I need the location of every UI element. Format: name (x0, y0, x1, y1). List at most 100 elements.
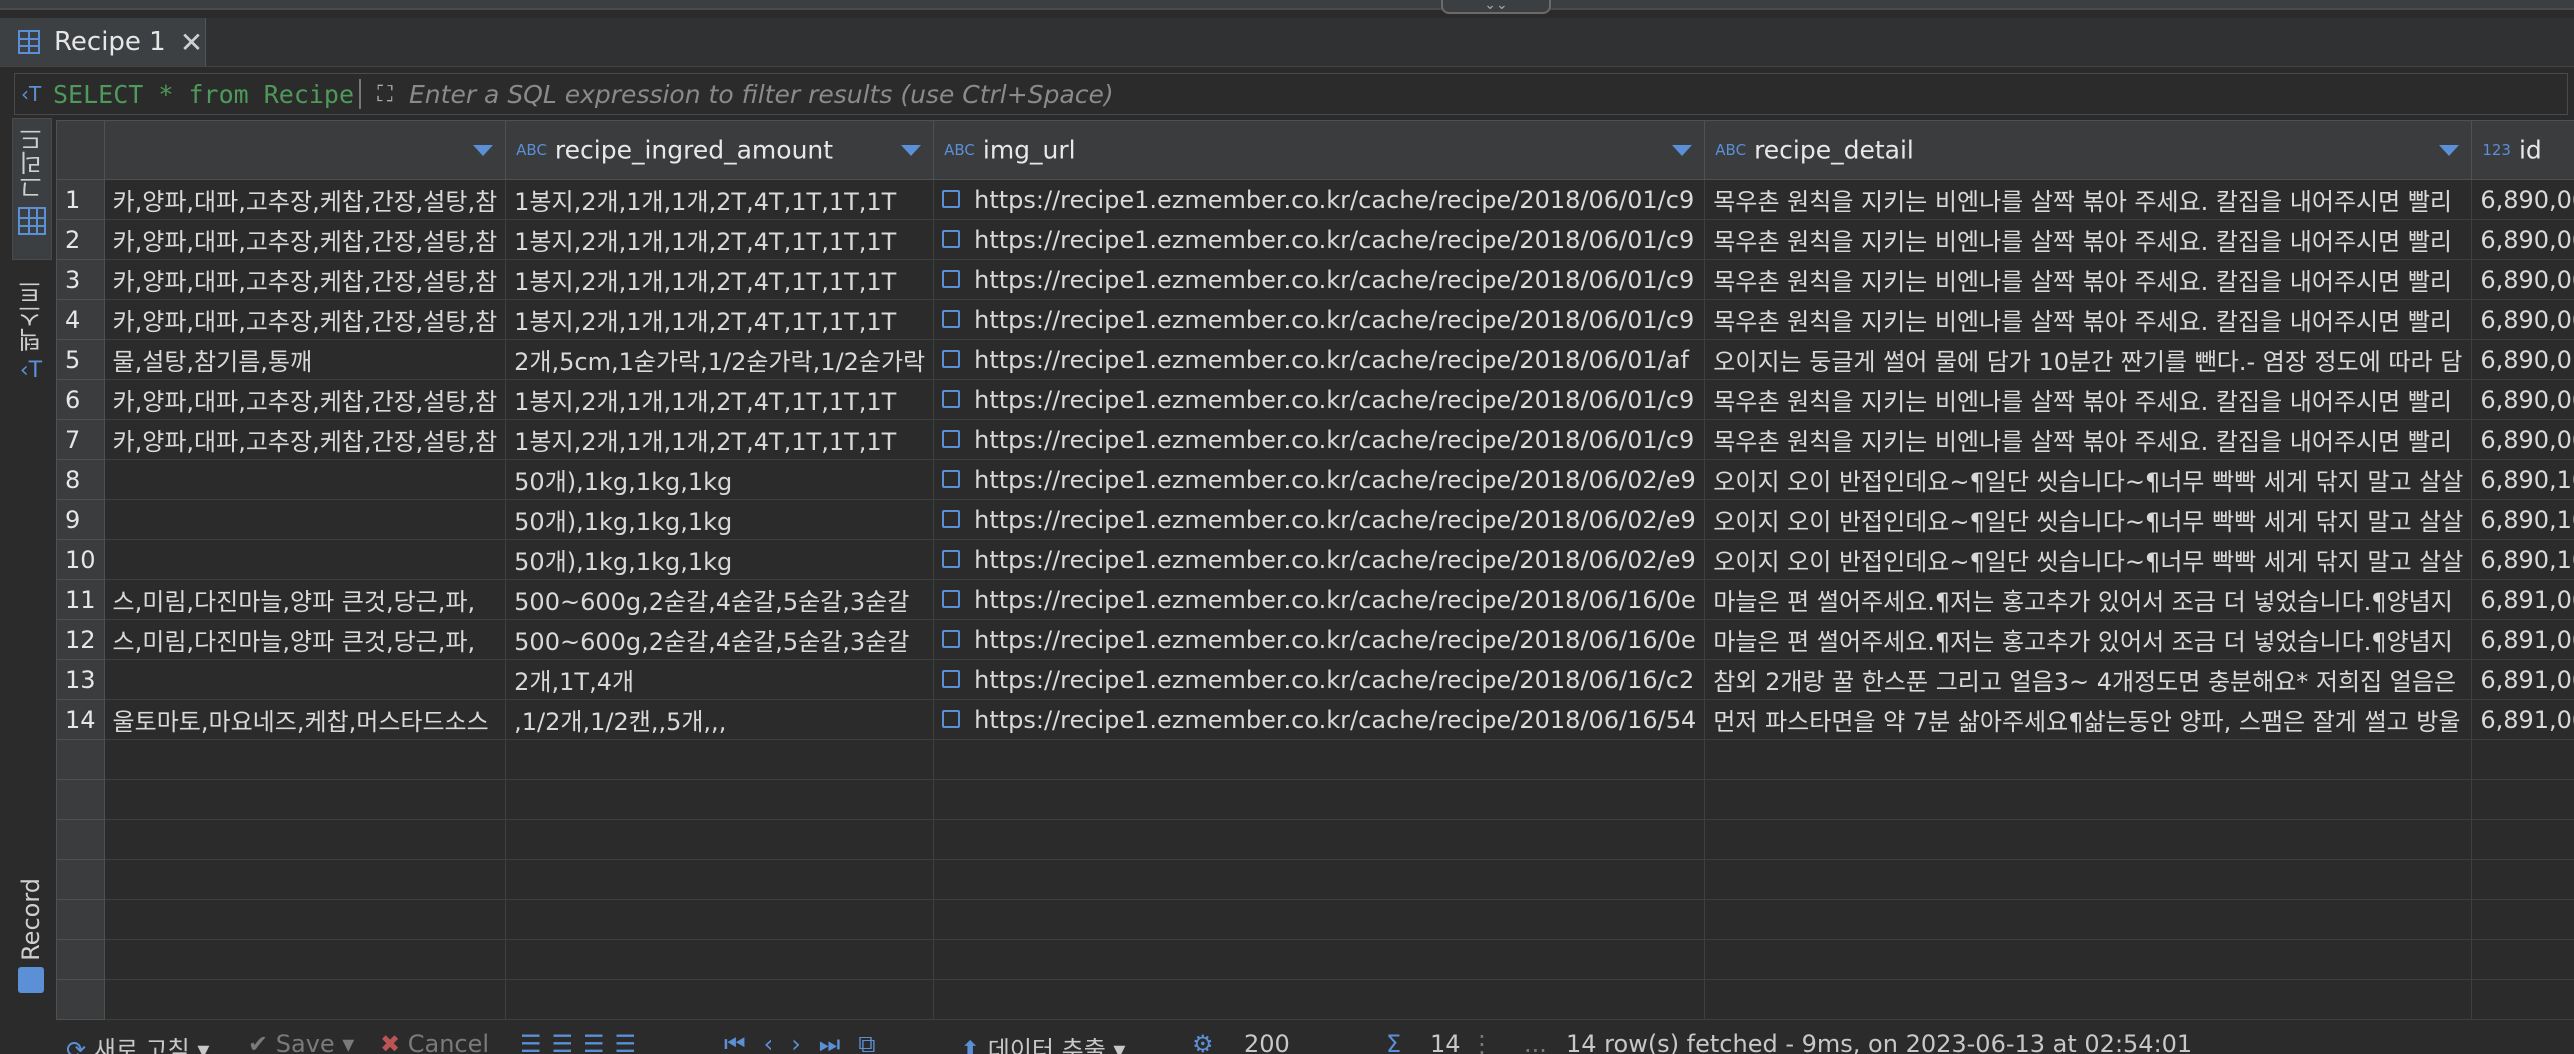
cancel-button[interactable]: ✖ Cancel (380, 1030, 489, 1054)
column-header-recipe-ingred[interactable] (103, 120, 507, 180)
table-row[interactable]: 4 카,양파,대파,고추장,케찹,간장,설탕,참 1봉지,2개,1개,1개,2T,4… (56, 299, 2574, 340)
cell-recipe-ingred[interactable]: 카,양파,대파,고추장,케찹,간장,설탕,참 (103, 259, 507, 300)
cell-recipe-ingred[interactable]: 카,양파,대파,고추장,케찹,간장,설탕,참 (103, 179, 507, 220)
column-header-recipe-detail[interactable]: ABC recipe_detail (1704, 120, 2473, 180)
cell-id[interactable]: 6,891,001 (2471, 619, 2574, 660)
cell-recipe-detail[interactable]: 오이지는 둥글게 썰어 물에 담가 10분간 짠기를 뺀다.- 염장 정도에 따… (1704, 339, 2473, 380)
cell-recipe-ingred-amount[interactable]: 2개,5cm,1숟가락,1/2숟가락,1/2숟가락 (505, 339, 935, 380)
collapse-panel-button[interactable]: ⌄⌄ (1441, 0, 1551, 14)
fetch-settings-icon[interactable]: ⚙ (1192, 1030, 1214, 1054)
cell-recipe-ingred-amount[interactable]: 1봉지,2개,1개,1개,2T,4T,1T,1T,1T (505, 179, 935, 220)
row-number[interactable]: 5 (56, 339, 105, 380)
cell-id[interactable]: 6,890,101 (2471, 499, 2574, 540)
row-number[interactable]: 3 (56, 259, 105, 300)
table-row[interactable]: 5 물,설탕,참기름,통깨 2개,5cm,1숟가락,1/2숟가락,1/2숟가락 htt… (56, 339, 2574, 380)
row-number[interactable]: 7 (56, 419, 105, 460)
table-row[interactable]: 13 2개,1T,4개 https://recipe1.ezmember.co.kr… (56, 659, 2574, 700)
cell-recipe-detail[interactable]: 먼저 파스타면을 약 7분 삶아주세요¶삶는동안 양파, 스팸은 잘게 썰고 방… (1704, 699, 2473, 740)
cell-recipe-detail[interactable]: 오이지 오이 반접인데요~¶일단 씻습니다~¶너무 빡빡 세게 닦지 말고 살살 (1704, 539, 2473, 580)
cell-recipe-ingred[interactable]: 카,양파,대파,고추장,케찹,간장,설탕,참 (103, 379, 507, 420)
row-number-header[interactable] (56, 120, 105, 180)
column-header-img-url[interactable]: ABC img_url (933, 120, 1706, 180)
open-link-icon[interactable] (942, 349, 961, 368)
cell-recipe-ingred-amount[interactable]: 2개,1T,4개 (505, 659, 935, 700)
open-link-icon[interactable] (942, 309, 961, 328)
sort-arrow-icon[interactable] (2439, 145, 2460, 156)
close-icon[interactable]: ✕ (180, 26, 203, 59)
side-tab-text[interactable]: 텍스트 ‹T (12, 280, 50, 392)
open-link-icon[interactable] (942, 589, 961, 608)
row-number[interactable]: 10 (56, 539, 105, 580)
cell-recipe-ingred-amount[interactable]: 500~600g,2숟갈,4숟갈,5숟갈,3숟갈 (505, 619, 935, 660)
cell-recipe-ingred[interactable]: 스,미림,다진마늘,양파 큰것,당근,파, (103, 619, 507, 660)
cell-recipe-ingred[interactable] (103, 659, 507, 700)
sql-icon[interactable]: ‹T (21, 82, 53, 106)
open-link-icon[interactable] (942, 189, 961, 208)
cell-recipe-ingred-amount[interactable]: ,1/2개,1/2캔,,5개,,, (505, 699, 935, 740)
row-edit-icons[interactable]: ☰☰☰☰ (520, 1030, 646, 1054)
open-link-icon[interactable] (942, 469, 961, 488)
cell-recipe-detail[interactable]: 목우촌 원칙을 지키는 비엔나를 살짝 볶아 주세요. 칼집을 내어주시면 빨리 (1704, 259, 2473, 300)
filter-sql-query[interactable]: SELECT * from Recipe r (53, 80, 353, 109)
row-number[interactable]: 13 (56, 659, 105, 700)
filter-input[interactable] (403, 79, 2315, 109)
cell-recipe-detail[interactable]: 목우촌 원칙을 지키는 비엔나를 살짝 볶아 주세요. 칼집을 내어주시면 빨리 (1704, 419, 2473, 460)
table-row[interactable]: 7 카,양파,대파,고추장,케찹,간장,설탕,참 1봉지,2개,1개,1개,2T,4… (56, 419, 2574, 460)
open-link-icon[interactable] (942, 549, 961, 568)
cell-recipe-ingred[interactable]: 물,설탕,참기름,통깨 (103, 339, 507, 380)
table-row[interactable]: 1 카,양파,대파,고추장,케찹,간장,설탕,참 1봉지,2개,1개,1개,2T,4… (56, 179, 2574, 220)
sort-arrow-icon[interactable] (473, 145, 494, 156)
cell-recipe-ingred-amount[interactable]: 1봉지,2개,1개,1개,2T,4T,1T,1T,1T (505, 379, 935, 420)
cell-recipe-ingred[interactable] (103, 499, 507, 540)
open-link-icon[interactable] (942, 229, 961, 248)
table-row[interactable]: 14 울토마토,마요네즈,케찹,머스타드소스 ,1/2개,1/2캔,,5개,,, ht… (56, 699, 2574, 740)
row-number[interactable]: 8 (56, 459, 105, 500)
cell-id[interactable]: 6,890,010 (2471, 339, 2574, 380)
cell-img-url[interactable]: https://recipe1.ezmember.co.kr/cache/rec… (933, 379, 1706, 420)
cell-recipe-ingred-amount[interactable]: 50개),1kg,1kg,1kg (505, 459, 935, 500)
column-header-id[interactable]: 123 id (2471, 120, 2574, 180)
cell-recipe-ingred[interactable] (103, 459, 507, 500)
cell-id[interactable]: 6,890,101 (2471, 539, 2574, 580)
cell-recipe-ingred-amount[interactable]: 1봉지,2개,1개,1개,2T,4T,1T,1T,1T (505, 219, 935, 260)
open-link-icon[interactable] (942, 429, 961, 448)
cell-id[interactable]: 6,890,101 (2471, 459, 2574, 500)
export-button[interactable]: ⬆ 데이터 추출 ▾ (960, 1030, 1125, 1054)
cell-img-url[interactable]: https://recipe1.ezmember.co.kr/cache/rec… (933, 659, 1706, 700)
expand-icon[interactable]: ⛶ (367, 82, 403, 107)
cell-id[interactable]: 6,890,001 (2471, 219, 2574, 260)
cell-recipe-ingred[interactable]: 카,양파,대파,고추장,케찹,간장,설탕,참 (103, 219, 507, 260)
cell-id[interactable]: 6,890,001 (2471, 299, 2574, 340)
cell-img-url[interactable]: https://recipe1.ezmember.co.kr/cache/rec… (933, 539, 1706, 580)
navigation-icons[interactable]: ⏮‹›⏭⧉ (724, 1030, 894, 1054)
sort-arrow-icon[interactable] (901, 145, 922, 156)
table-row[interactable]: 11 스,미림,다진마늘,양파 큰것,당근,파, 500~600g,2숟갈,4숟갈,… (56, 579, 2574, 620)
open-link-icon[interactable] (942, 709, 961, 728)
cell-img-url[interactable]: https://recipe1.ezmember.co.kr/cache/rec… (933, 699, 1706, 740)
cell-img-url[interactable]: https://recipe1.ezmember.co.kr/cache/rec… (933, 299, 1706, 340)
column-header-recipe-ingred-amount[interactable]: ABC recipe_ingred_amount (505, 120, 935, 180)
cell-id[interactable]: 6,890,001 (2471, 419, 2574, 460)
table-row[interactable]: 6 카,양파,대파,고추장,케찹,간장,설탕,참 1봉지,2개,1개,1개,2T,4… (56, 379, 2574, 420)
cell-recipe-detail[interactable]: 마늘은 편 썰어주세요.¶저는 홍고추가 있어서 조금 더 넣었습니다.¶양념지 (1704, 619, 2473, 660)
cell-img-url[interactable]: https://recipe1.ezmember.co.kr/cache/rec… (933, 179, 1706, 220)
cell-recipe-ingred[interactable]: 카,양파,대파,고추장,케찹,간장,설탕,참 (103, 419, 507, 460)
cell-recipe-ingred[interactable]: 울토마토,마요네즈,케찹,머스타드소스 (103, 699, 507, 740)
table-row[interactable]: 9 50개),1kg,1kg,1kg https://recipe1.ezmembe… (56, 499, 2574, 540)
row-number[interactable]: 2 (56, 219, 105, 260)
cell-recipe-ingred[interactable]: 카,양파,대파,고추장,케찹,간장,설탕,참 (103, 299, 507, 340)
cell-recipe-detail[interactable]: 목우촌 원칙을 지키는 비엔나를 살짝 볶아 주세요. 칼집을 내어주시면 빨리 (1704, 219, 2473, 260)
cell-img-url[interactable]: https://recipe1.ezmember.co.kr/cache/rec… (933, 459, 1706, 500)
cell-id[interactable]: 6,891,003 (2471, 659, 2574, 700)
cell-recipe-detail[interactable]: 참외 2개랑 꿀 한스푼 그리고 얼음3~ 4개정도면 충분해요* 저희집 얼음… (1704, 659, 2473, 700)
cell-id[interactable]: 6,890,001 (2471, 259, 2574, 300)
row-count-icon[interactable]: Σ (1386, 1030, 1401, 1054)
table-row[interactable]: 3 카,양파,대파,고추장,케찹,간장,설탕,참 1봉지,2개,1개,1개,2T,4… (56, 259, 2574, 300)
cell-id[interactable]: 6,890,001 (2471, 379, 2574, 420)
cell-recipe-ingred-amount[interactable]: 500~600g,2숟갈,4숟갈,5숟갈,3숟갈 (505, 579, 935, 620)
cell-img-url[interactable]: https://recipe1.ezmember.co.kr/cache/rec… (933, 219, 1706, 260)
cell-recipe-detail[interactable]: 목우촌 원칙을 지키는 비엔나를 살짝 볶아 주세요. 칼집을 내어주시면 빨리 (1704, 379, 2473, 420)
side-tab-record[interactable]: Record (12, 878, 50, 1018)
cell-recipe-detail[interactable]: 오이지 오이 반접인데요~¶일단 씻습니다~¶너무 빡빡 세게 닦지 말고 살살 (1704, 499, 2473, 540)
fetch-size-field[interactable]: 200 (1244, 1030, 1290, 1054)
